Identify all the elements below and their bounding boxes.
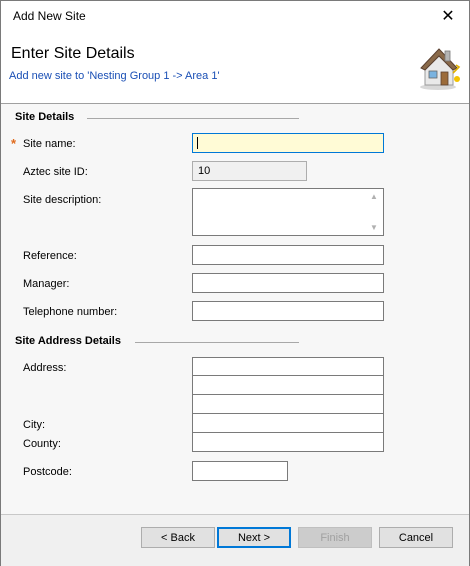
section-divider: [87, 118, 299, 119]
back-button[interactable]: < Back: [141, 527, 215, 548]
manager-input[interactable]: [192, 273, 384, 293]
site-address-heading: Site Address Details: [15, 335, 121, 347]
page-subtitle: Add new site to 'Nesting Group 1 -> Area…: [9, 70, 220, 82]
scroll-down-icon[interactable]: ▼: [370, 223, 378, 232]
address-line-2-input[interactable]: [192, 376, 384, 395]
reference-label: Reference:: [23, 250, 77, 262]
city-label: City:: [23, 419, 45, 431]
manager-label: Manager:: [23, 278, 70, 290]
address-input-group: [192, 357, 384, 452]
site-name-label: Site name:: [23, 138, 76, 150]
aztec-site-id-value: 10: [198, 165, 211, 177]
county-label: County:: [23, 438, 61, 450]
site-name-input[interactable]: [192, 133, 384, 153]
telephone-number-input[interactable]: [192, 301, 384, 321]
text-caret: [197, 137, 198, 149]
wizard-header: Enter Site Details Add new site to 'Nest…: [1, 31, 469, 103]
county-input[interactable]: [192, 433, 384, 452]
section-divider: [135, 342, 299, 343]
aztec-site-id-label: Aztec site ID:: [23, 166, 88, 178]
form-area: Site Details * Site name: Aztec site ID:…: [1, 104, 469, 514]
house-icon: [420, 48, 461, 90]
description-scrollbar[interactable]: ▲ ▼: [366, 189, 383, 235]
telephone-number-label: Telephone number:: [23, 306, 118, 318]
site-description-input[interactable]: ▲ ▼: [192, 188, 384, 236]
aztec-site-id-field: 10: [192, 161, 307, 181]
cancel-button[interactable]: Cancel: [379, 527, 453, 548]
postcode-label: Postcode:: [23, 466, 72, 478]
postcode-input[interactable]: [192, 461, 288, 481]
finish-button: Finish: [298, 527, 372, 548]
site-details-heading: Site Details: [15, 111, 75, 123]
scroll-up-icon[interactable]: ▲: [370, 192, 378, 201]
site-description-label: Site description:: [23, 194, 102, 206]
add-new-site-dialog: Add New Site ✕ Enter Site Details Add ne…: [0, 0, 470, 566]
address-line-1-input[interactable]: [192, 357, 384, 376]
window-title: Add New Site: [13, 9, 86, 23]
city-input[interactable]: [192, 414, 384, 433]
title-bar: Add New Site ✕: [1, 1, 469, 31]
reference-input[interactable]: [192, 245, 384, 265]
wizard-footer: < Back Next > Finish Cancel: [1, 514, 469, 566]
next-button[interactable]: Next >: [217, 527, 291, 548]
address-line-3-input[interactable]: [192, 395, 384, 414]
required-marker: *: [11, 136, 17, 151]
address-label: Address:: [23, 362, 67, 374]
page-title: Enter Site Details: [11, 45, 135, 62]
close-icon[interactable]: ✕: [433, 3, 463, 29]
